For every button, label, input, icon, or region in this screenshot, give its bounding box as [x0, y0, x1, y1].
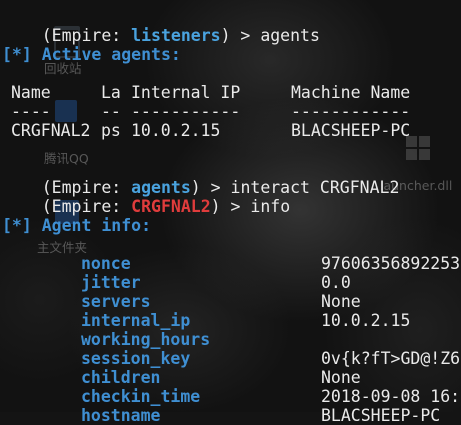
- info-key-servers: servers: [81, 292, 151, 311]
- prompt-context: listeners: [131, 26, 221, 45]
- info-key-working-hours: working_hours: [81, 330, 211, 349]
- col-divider-internal-ip: -----------: [131, 102, 241, 121]
- prompt-close: ) >: [210, 197, 251, 216]
- info-value-session-key: 0v{k?fT>GD@!Z6: [321, 349, 461, 368]
- command-text: agents: [260, 26, 320, 45]
- cell-language: ps: [101, 121, 121, 140]
- prompt-close: ) >: [220, 26, 261, 45]
- col-divider-machine-name: ------------: [291, 102, 411, 121]
- info-value-nonce: 9760635689225329: [321, 254, 461, 273]
- cell-name: CRGFNAL2: [11, 121, 91, 140]
- info-key-nonce: nonce: [81, 254, 131, 273]
- info-key-jitter: jitter: [81, 273, 141, 292]
- col-header-name: Name: [11, 83, 51, 102]
- col-header-machine-name: Machine Name: [291, 83, 411, 102]
- info-key-hostname: hostname: [81, 406, 161, 425]
- cell-machine-name: BLACSHEEP-PC: [291, 121, 411, 140]
- terminal[interactable]: (Empire: listeners) > agents [*] Active …: [0, 0, 461, 425]
- active-agents-header: [*] Active agents:: [2, 45, 181, 64]
- command-text: info: [250, 197, 291, 216]
- agent-info-header: [*] Agent info:: [2, 216, 152, 235]
- col-header-internal-ip: Internal IP: [131, 83, 241, 102]
- prompt-open: (Empire:: [41, 197, 132, 216]
- col-header-language: La: [101, 83, 121, 102]
- info-value-hostname: BLACSHEEP-PC: [321, 406, 441, 425]
- info-key-children: children: [81, 368, 161, 387]
- info-key-checkin-time: checkin_time: [81, 387, 201, 406]
- info-value-servers: None: [321, 292, 361, 311]
- info-key-internal-ip: internal_ip: [81, 311, 191, 330]
- info-value-checkin-time: 2018-09-08 16:: [321, 387, 461, 406]
- col-divider-name: ----: [11, 102, 51, 121]
- prompt-open: (Empire:: [41, 26, 132, 45]
- info-value-jitter: 0.0: [321, 273, 351, 292]
- info-value-children: None: [321, 368, 361, 387]
- col-divider-language: --: [101, 102, 121, 121]
- info-value-internal-ip: 10.0.2.15: [321, 311, 411, 330]
- cell-internal-ip: 10.0.2.15: [131, 121, 221, 140]
- info-key-session-key: session_key: [81, 349, 191, 368]
- prompt-agent-context: CRGFNAL2: [131, 197, 211, 216]
